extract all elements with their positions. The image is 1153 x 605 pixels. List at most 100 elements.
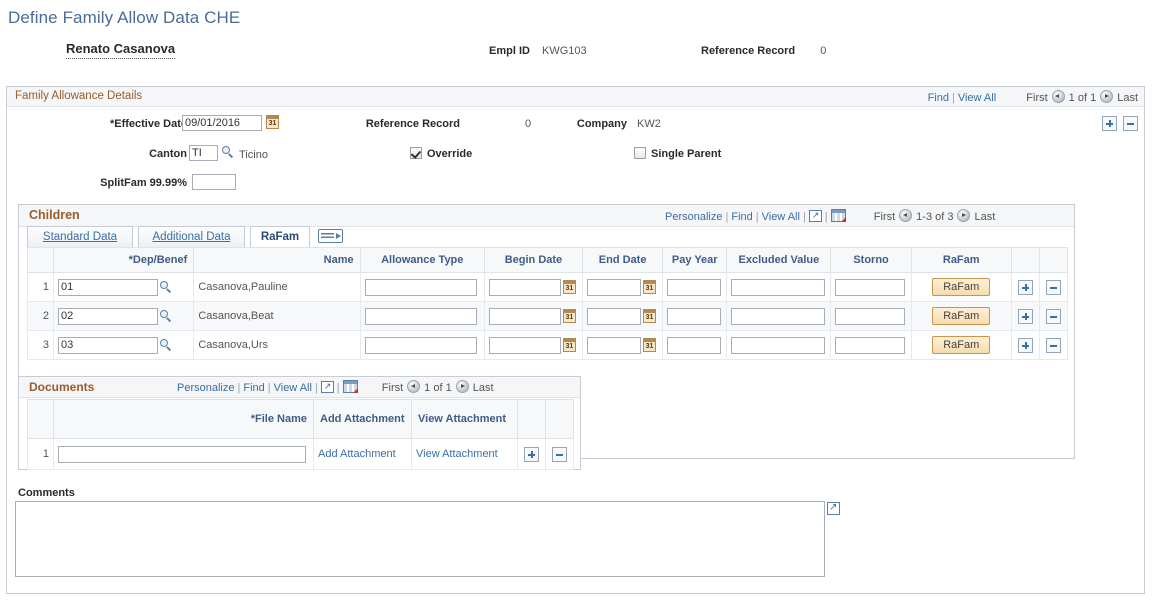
- file-name-input[interactable]: [58, 446, 306, 463]
- download-to-excel-icon[interactable]: [343, 380, 358, 393]
- documents-last-label[interactable]: Last: [473, 382, 494, 394]
- delete-row-button[interactable]: [1123, 116, 1138, 131]
- delete-child-row-button[interactable]: [1046, 338, 1061, 353]
- splitfam-input[interactable]: [192, 174, 236, 190]
- children-personalize-link[interactable]: Personalize: [665, 211, 722, 223]
- col-storno[interactable]: Storno: [831, 248, 911, 273]
- previous-page-icon[interactable]: [1052, 90, 1065, 103]
- calendar-icon[interactable]: 31: [266, 115, 279, 129]
- dep-benef-lookup-icon[interactable]: [160, 339, 173, 352]
- begin-date-calendar-icon[interactable]: 31: [563, 280, 576, 294]
- dep-benef-lookup-icon[interactable]: [160, 281, 173, 294]
- children-next-page-icon[interactable]: [957, 209, 970, 222]
- single-parent-checkbox[interactable]: [634, 147, 646, 159]
- begin-date-input[interactable]: [489, 308, 561, 325]
- begin-date-input[interactable]: [489, 337, 561, 354]
- begin-date-calendar-icon[interactable]: 31: [563, 338, 576, 352]
- children-last-label[interactable]: Last: [974, 211, 995, 223]
- effective-date-input[interactable]: [182, 115, 262, 131]
- documents-first-label[interactable]: First: [382, 382, 403, 394]
- col-pay-year[interactable]: Pay Year: [663, 248, 727, 273]
- children-find-link[interactable]: Find: [731, 211, 752, 223]
- col-begin-date[interactable]: Begin Date: [484, 248, 582, 273]
- documents-personalize-link[interactable]: Personalize: [177, 382, 234, 394]
- popout-icon[interactable]: [321, 381, 334, 393]
- pay-year-input[interactable]: [667, 308, 721, 325]
- tab-rafam[interactable]: RaFam: [250, 226, 310, 247]
- last-label[interactable]: Last: [1117, 92, 1138, 104]
- page-title: Define Family Allow Data CHE: [8, 8, 240, 28]
- empl-id-label: Empl ID: [489, 45, 530, 57]
- delete-document-row-button[interactable]: [552, 447, 567, 462]
- dep-benef-input[interactable]: [58, 279, 158, 296]
- col-file-name[interactable]: *File Name: [54, 400, 314, 439]
- begin-date-input[interactable]: [489, 279, 561, 296]
- documents-header: Documents Personalize|Find|View All|| Fi…: [19, 377, 580, 398]
- rafam-button[interactable]: RaFam: [932, 278, 990, 296]
- storno-input[interactable]: [835, 279, 905, 296]
- dep-benef-lookup-icon[interactable]: [160, 310, 173, 323]
- add-child-row-button[interactable]: [1018, 280, 1033, 295]
- tab-standard-data[interactable]: Standard Data: [27, 226, 133, 247]
- begin-date-calendar-icon[interactable]: 31: [563, 309, 576, 323]
- end-date-calendar-icon[interactable]: 31: [643, 309, 656, 323]
- excluded-value-input[interactable]: [731, 308, 825, 325]
- documents-find-link[interactable]: Find: [243, 382, 264, 394]
- end-date-input[interactable]: [587, 279, 641, 296]
- comments-expand-icon[interactable]: [827, 502, 840, 515]
- row-number: 1: [28, 439, 54, 470]
- add-row-button[interactable]: [1102, 116, 1117, 131]
- delete-child-row-button[interactable]: [1046, 309, 1061, 324]
- tab-additional-data[interactable]: Additional Data: [138, 226, 245, 247]
- canton-input[interactable]: [189, 145, 218, 161]
- children-previous-page-icon[interactable]: [899, 209, 912, 222]
- col-name[interactable]: Name: [194, 248, 360, 273]
- popout-icon[interactable]: [809, 210, 822, 222]
- canton-lookup-icon[interactable]: [222, 146, 235, 159]
- comments-textarea[interactable]: [15, 501, 825, 577]
- col-excluded-value[interactable]: Excluded Value: [727, 248, 831, 273]
- reference-record-label: Reference Record: [307, 118, 460, 130]
- storno-input[interactable]: [835, 308, 905, 325]
- dep-benef-input[interactable]: [58, 337, 158, 354]
- single-parent-label: Single Parent: [651, 148, 721, 160]
- view-all-link[interactable]: View All: [958, 92, 996, 104]
- next-page-icon[interactable]: [1100, 90, 1113, 103]
- documents-next-page-icon[interactable]: [456, 380, 469, 393]
- first-label[interactable]: First: [1026, 92, 1047, 104]
- children-view-all-link[interactable]: View All: [762, 211, 800, 223]
- dep-benef-input[interactable]: [58, 308, 158, 325]
- delete-child-row-button[interactable]: [1046, 280, 1061, 295]
- col-rafam[interactable]: RaFam: [911, 248, 1011, 273]
- col-dep-benef[interactable]: *Dep/Benef: [54, 248, 194, 273]
- excluded-value-input[interactable]: [731, 279, 825, 296]
- documents-previous-page-icon[interactable]: [407, 380, 420, 393]
- rafam-button[interactable]: RaFam: [932, 307, 990, 325]
- documents-view-all-link[interactable]: View All: [274, 382, 312, 394]
- end-date-calendar-icon[interactable]: 31: [643, 338, 656, 352]
- pay-year-input[interactable]: [667, 337, 721, 354]
- add-document-row-button[interactable]: [524, 447, 539, 462]
- table-row: 1 Casanova,Pauline 31 31: [28, 273, 1068, 302]
- children-first-label[interactable]: First: [874, 211, 895, 223]
- col-allowance-type[interactable]: Allowance Type: [360, 248, 484, 273]
- rafam-button[interactable]: RaFam: [932, 336, 990, 354]
- add-child-row-button[interactable]: [1018, 338, 1033, 353]
- end-date-input[interactable]: [587, 308, 641, 325]
- col-end-date[interactable]: End Date: [583, 248, 663, 273]
- view-attachment-link[interactable]: View Attachment: [416, 448, 498, 460]
- override-checkbox[interactable]: [410, 147, 422, 159]
- download-to-excel-icon[interactable]: [831, 209, 846, 222]
- add-attachment-link[interactable]: Add Attachment: [318, 448, 396, 460]
- pay-year-input[interactable]: [667, 279, 721, 296]
- allowance-type-input[interactable]: [365, 308, 477, 325]
- storno-input[interactable]: [835, 337, 905, 354]
- end-date-input[interactable]: [587, 337, 641, 354]
- find-link[interactable]: Find: [928, 92, 949, 104]
- end-date-calendar-icon[interactable]: 31: [643, 280, 656, 294]
- show-all-columns-icon[interactable]: [318, 229, 343, 243]
- excluded-value-input[interactable]: [731, 337, 825, 354]
- add-child-row-button[interactable]: [1018, 309, 1033, 324]
- allowance-type-input[interactable]: [365, 279, 477, 296]
- allowance-type-input[interactable]: [365, 337, 477, 354]
